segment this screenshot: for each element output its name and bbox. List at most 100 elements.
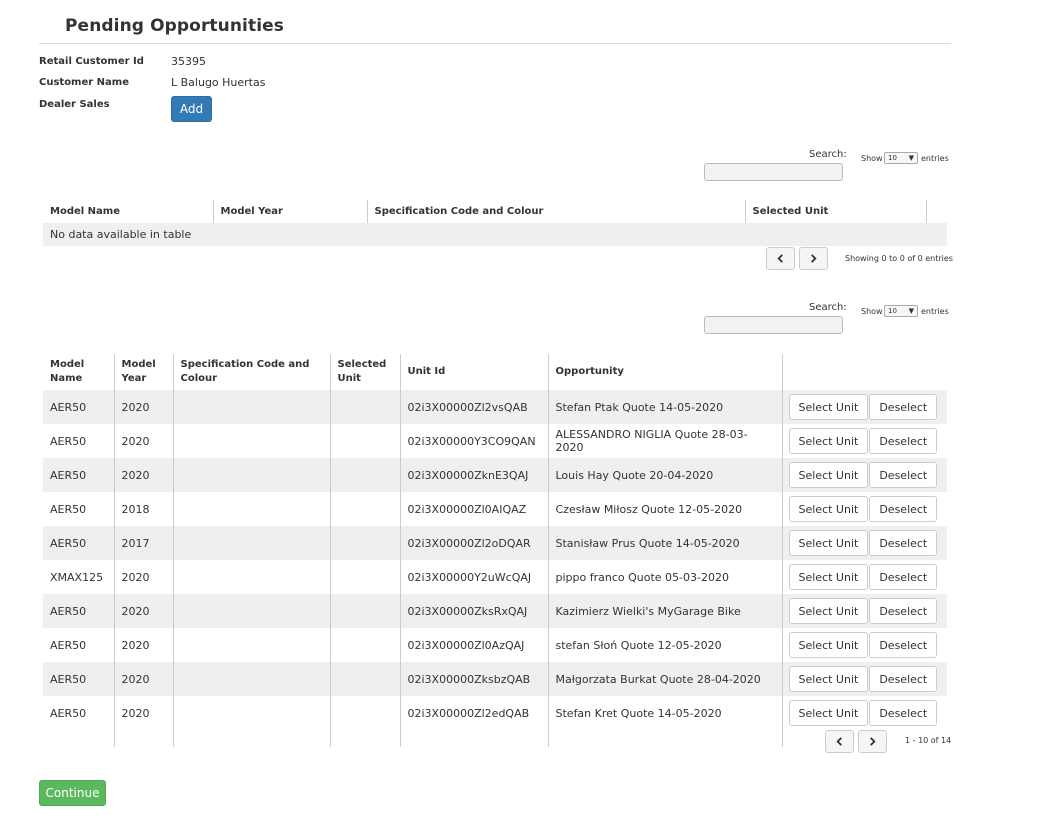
table1-page-size-value: 10 [888,154,897,162]
table2-search-input[interactable] [704,316,843,334]
spacer-cell [400,730,549,747]
cell-model-name: AER50 [43,458,115,492]
column-header-selected-unit[interactable]: Selected Unit [330,354,401,390]
cell-unit-id: 02i3X00000ZksbzQAB [400,662,549,696]
cell-selected-unit [330,492,401,526]
select-unit-button[interactable]: Select Unit [788,564,869,590]
cell-spec [173,458,331,492]
select-unit-button[interactable]: Select Unit [788,462,869,488]
deselect-button[interactable]: Deselect [869,564,938,590]
cell-model-name: AER50 [43,526,115,560]
column-header-model-name[interactable]: Model Name [43,200,214,223]
deselect-button[interactable]: Deselect [869,496,938,522]
column-header-model-year[interactable]: Model Year [213,200,368,223]
select-unit-button[interactable]: Select Unit [788,632,869,658]
cell-model-name: AER50 [43,390,115,424]
dealer-sales-label: Dealer Sales [39,99,110,110]
column-header-spec[interactable]: Specification Code and Colour [367,200,746,223]
table2-next-button[interactable] [858,730,887,753]
cell-model-year: 2020 [114,628,174,662]
cell-model-name: AER50 [43,662,115,696]
deselect-button[interactable]: Deselect [869,394,938,420]
cell-model-name: XMAX125 [43,560,115,594]
select-unit-button[interactable]: Select Unit [788,700,869,726]
chevron-left-icon [777,254,783,263]
column-header-opportunity[interactable]: Opportunity [548,354,783,390]
deselect-button[interactable]: Deselect [869,428,938,454]
column-header-selected-unit[interactable]: Selected Unit [745,200,927,223]
cell-actions: Select Unit Deselect [782,594,947,628]
cell-model-year: 2020 [114,560,174,594]
cell-unit-id: 02i3X00000ZknE3QAJ [400,458,549,492]
cell-selected-unit [330,560,401,594]
table-row-spacer [43,730,947,747]
cell-unit-id: 02i3X00000Y3CO9QAN [400,424,549,458]
table1-prev-button[interactable] [766,247,795,270]
deselect-button[interactable]: Deselect [869,700,938,726]
deselect-button[interactable]: Deselect [869,598,938,624]
column-header-unit-id[interactable]: Unit Id [400,354,549,390]
column-header-spec[interactable]: Specification Code and Colour [173,354,331,390]
table-row: AER50 2020 02i3X00000Zl2vsQAB Stefan Ptak Q… [43,390,947,424]
deselect-button[interactable]: Deselect [869,530,938,556]
table1-page-size-select[interactable]: 10 ▼ [884,152,918,164]
customer-name-label: Customer Name [39,77,129,88]
select-unit-button[interactable]: Select Unit [788,394,869,420]
cell-selected-unit [330,696,401,730]
caret-down-icon: ▼ [908,154,914,162]
cell-spec [173,560,331,594]
cell-selected-unit [330,424,401,458]
select-unit-button[interactable]: Select Unit [788,530,869,556]
table-row: AER50 2020 02i3X00000Zl2edQAB Stefan Kret Q… [43,696,947,730]
table2-prev-button[interactable] [825,730,854,753]
column-header-model-name[interactable]: Model Name [43,354,115,390]
cell-opportunity: Stefan Ptak Quote 14-05-2020 [548,390,783,424]
select-unit-button[interactable]: Select Unit [788,496,869,522]
page-title: Pending Opportunities [65,16,284,36]
cell-spec [173,696,331,730]
cell-unit-id: 02i3X00000Y2uWcQAJ [400,560,549,594]
table2-entries-label: entries [921,307,949,316]
table-row: AER50 2018 02i3X00000Zl0AIQAZ Czesław Miłos… [43,492,947,526]
cell-unit-id: 02i3X00000ZksRxQAJ [400,594,549,628]
table2-page-size-select[interactable]: 10 ▼ [884,305,918,317]
cell-opportunity: Louis Hay Quote 20-04-2020 [548,458,783,492]
model-table: Model Name Model Year Specification Code… [43,200,947,246]
table2-page-size-value: 10 [888,307,897,315]
continue-button[interactable]: Continue [39,780,106,806]
deselect-button[interactable]: Deselect [869,666,938,692]
select-unit-button[interactable]: Select Unit [788,598,869,624]
cell-spec [173,628,331,662]
cell-opportunity: ALESSANDRO NIGLIA Quote 28-03-2020 [548,424,783,458]
chevron-right-icon [870,737,876,746]
opportunities-table: Model Name Model Year Specification Code… [43,354,947,747]
cell-actions: Select Unit Deselect [782,424,947,458]
cell-model-year: 2020 [114,594,174,628]
cell-model-year: 2020 [114,696,174,730]
column-header-actions [782,354,947,390]
cell-actions: Select Unit Deselect [782,390,947,424]
retail-customer-id-value: 35395 [171,55,206,68]
select-unit-button[interactable]: Select Unit [788,428,869,454]
cell-model-year: 2020 [114,424,174,458]
cell-actions: Select Unit Deselect [782,696,947,730]
cell-model-name: AER50 [43,628,115,662]
deselect-button[interactable]: Deselect [869,632,938,658]
table-row: XMAX125 2020 02i3X00000Y2uWcQAJ pippo franc… [43,560,947,594]
cell-spec [173,492,331,526]
cell-unit-id: 02i3X00000Zl2oDQAR [400,526,549,560]
select-unit-button[interactable]: Select Unit [788,666,869,692]
deselect-button[interactable]: Deselect [869,462,938,488]
spacer-cell [114,730,174,747]
spacer-cell [43,730,115,747]
cell-opportunity: Czesław Miłosz Quote 12-05-2020 [548,492,783,526]
cell-selected-unit [330,458,401,492]
column-header-model-year[interactable]: Model Year [114,354,174,390]
table1-search-input[interactable] [704,163,843,181]
table1-next-button[interactable] [799,247,828,270]
cell-opportunity: Kazimierz Wielki's MyGarage Bike [548,594,783,628]
chevron-right-icon [811,254,817,263]
table2-show-label: Show [861,307,883,316]
add-button[interactable]: Add [171,96,212,122]
cell-spec [173,662,331,696]
